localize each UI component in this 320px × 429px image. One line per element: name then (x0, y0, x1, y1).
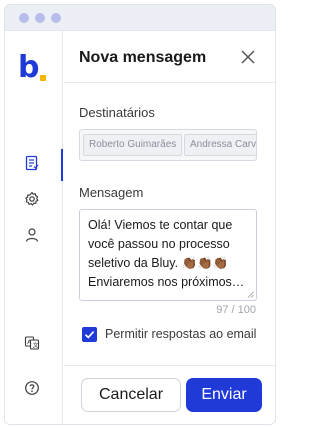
logo-dot (40, 75, 46, 81)
window-control-dot[interactable] (35, 13, 45, 23)
recipient-chip[interactable]: Roberto Guimarães (83, 134, 183, 156)
sidebar: b A 文 (5, 31, 63, 424)
recipients-field[interactable]: Roberto Guimarães Andressa Carv (79, 129, 257, 161)
help-circle-icon (25, 381, 39, 395)
allow-replies-label: Permitir respostas ao email (105, 327, 257, 341)
checkmark-icon (84, 330, 95, 339)
app-window: b A 文 Nova mensagem Destinatários Robert… (4, 4, 276, 425)
close-icon (241, 50, 255, 64)
message-label: Mensagem (79, 185, 144, 200)
window-control-dot[interactable] (51, 13, 61, 23)
send-button[interactable]: Enviar (186, 378, 262, 412)
svg-text:文: 文 (33, 341, 39, 349)
window-control-dot[interactable] (19, 13, 29, 23)
sidebar-active-indicator (61, 149, 63, 181)
character-counter: 97 / 100 (216, 304, 256, 316)
window-titlebar (5, 5, 275, 31)
sidebar-item-help[interactable] (22, 378, 42, 398)
panel-header: Nova mensagem (64, 31, 275, 83)
resize-handle-icon[interactable] (247, 291, 254, 298)
message-textarea[interactable]: Olá! Viemos te contar que você passou no… (79, 209, 257, 301)
allow-replies-checkbox[interactable] (82, 326, 97, 342)
new-message-panel: Nova mensagem Destinatários Roberto Guim… (64, 31, 275, 424)
user-icon (25, 228, 39, 242)
document-list-icon (25, 155, 39, 171)
allow-replies-option: Permitir respostas ao email (82, 325, 256, 343)
sidebar-item-language[interactable]: A 文 (22, 333, 42, 353)
panel-footer: Cancelar Enviar (64, 365, 275, 424)
sidebar-item-profile[interactable] (22, 225, 42, 245)
brand-logo[interactable]: b (18, 51, 52, 85)
translate-icon: A 文 (24, 336, 40, 350)
page-title: Nova mensagem (79, 49, 207, 66)
sidebar-item-messages[interactable] (22, 153, 42, 173)
logo-letter: b (18, 50, 40, 85)
recipient-chip[interactable]: Andressa Carv (184, 134, 256, 156)
close-button[interactable] (239, 48, 257, 66)
gear-icon (25, 191, 39, 206)
recipients-label: Destinatários (79, 105, 155, 120)
sidebar-item-settings[interactable] (22, 189, 42, 209)
cancel-button[interactable]: Cancelar (81, 378, 181, 412)
message-text: Olá! Viemos te contar que você passou no… (88, 218, 245, 289)
